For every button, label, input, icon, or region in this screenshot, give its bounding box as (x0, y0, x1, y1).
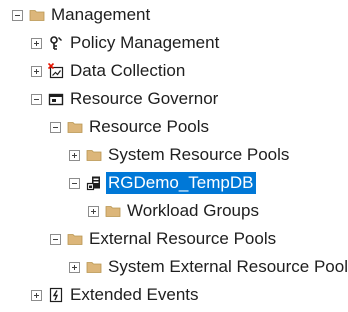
expand-toggle[interactable] (69, 149, 80, 161)
extended-events-icon (49, 287, 63, 303)
tree-node-external-resource-pools[interactable]: External Resource Pools (50, 227, 278, 251)
data-collection-icon (48, 63, 64, 79)
folder-icon (67, 122, 83, 133)
tree-node-label: Resource Pools (89, 117, 210, 136)
tree-node-label: Policy Management (70, 33, 220, 52)
folder-icon (105, 206, 121, 217)
collapse-toggle[interactable] (31, 93, 42, 105)
expand-toggle[interactable] (69, 261, 80, 273)
tree-node-label: System External Resource Pool (108, 257, 348, 276)
folder-icon (67, 234, 83, 245)
tree-node-label: Management (51, 5, 151, 24)
tree-node-label: Data Collection (70, 61, 186, 80)
tree-node-system-external-resource-pools[interactable]: System External Resource Pool (69, 255, 348, 279)
tree-node-label: Workload Groups (127, 201, 259, 220)
policy-icon (50, 36, 62, 50)
collapse-toggle[interactable] (12, 9, 23, 21)
tree-node-resource-governor[interactable]: Resource Governor (31, 87, 220, 111)
collapse-toggle[interactable] (69, 177, 80, 189)
tree-node-rgdemo-tempdb[interactable]: RGDemo_TempDB (69, 171, 256, 195)
resource-pool-icon (86, 176, 100, 191)
collapse-toggle[interactable] (50, 233, 61, 245)
tree-node-label: Extended Events (70, 285, 199, 304)
tree-node-management[interactable]: Management (12, 3, 152, 27)
expand-toggle[interactable] (31, 37, 42, 49)
collapse-toggle[interactable] (50, 121, 61, 133)
tree-node-policy-management[interactable]: Policy Management (31, 31, 221, 55)
object-explorer-tree: Management Policy Management Data Collec… (0, 0, 348, 312)
tree-node-system-resource-pools[interactable]: System Resource Pools (69, 143, 291, 167)
expand-toggle[interactable] (31, 65, 42, 77)
tree-node-label: Resource Governor (70, 89, 219, 108)
expand-toggle[interactable] (88, 205, 99, 217)
tree-node-label: RGDemo_TempDB (106, 172, 256, 194)
tree-node-data-collection[interactable]: Data Collection (31, 59, 187, 83)
tree-node-label: System Resource Pools (108, 145, 290, 164)
folder-icon (29, 10, 45, 21)
folder-icon (86, 262, 102, 273)
tree-node-extended-events[interactable]: Extended Events (31, 283, 201, 307)
resource-governor-icon (48, 93, 64, 106)
expand-toggle[interactable] (31, 289, 42, 301)
folder-icon (86, 150, 102, 161)
tree-node-resource-pools[interactable]: Resource Pools (50, 115, 211, 139)
tree-node-workload-groups[interactable]: Workload Groups (88, 199, 261, 223)
tree-node-label: External Resource Pools (89, 229, 277, 248)
